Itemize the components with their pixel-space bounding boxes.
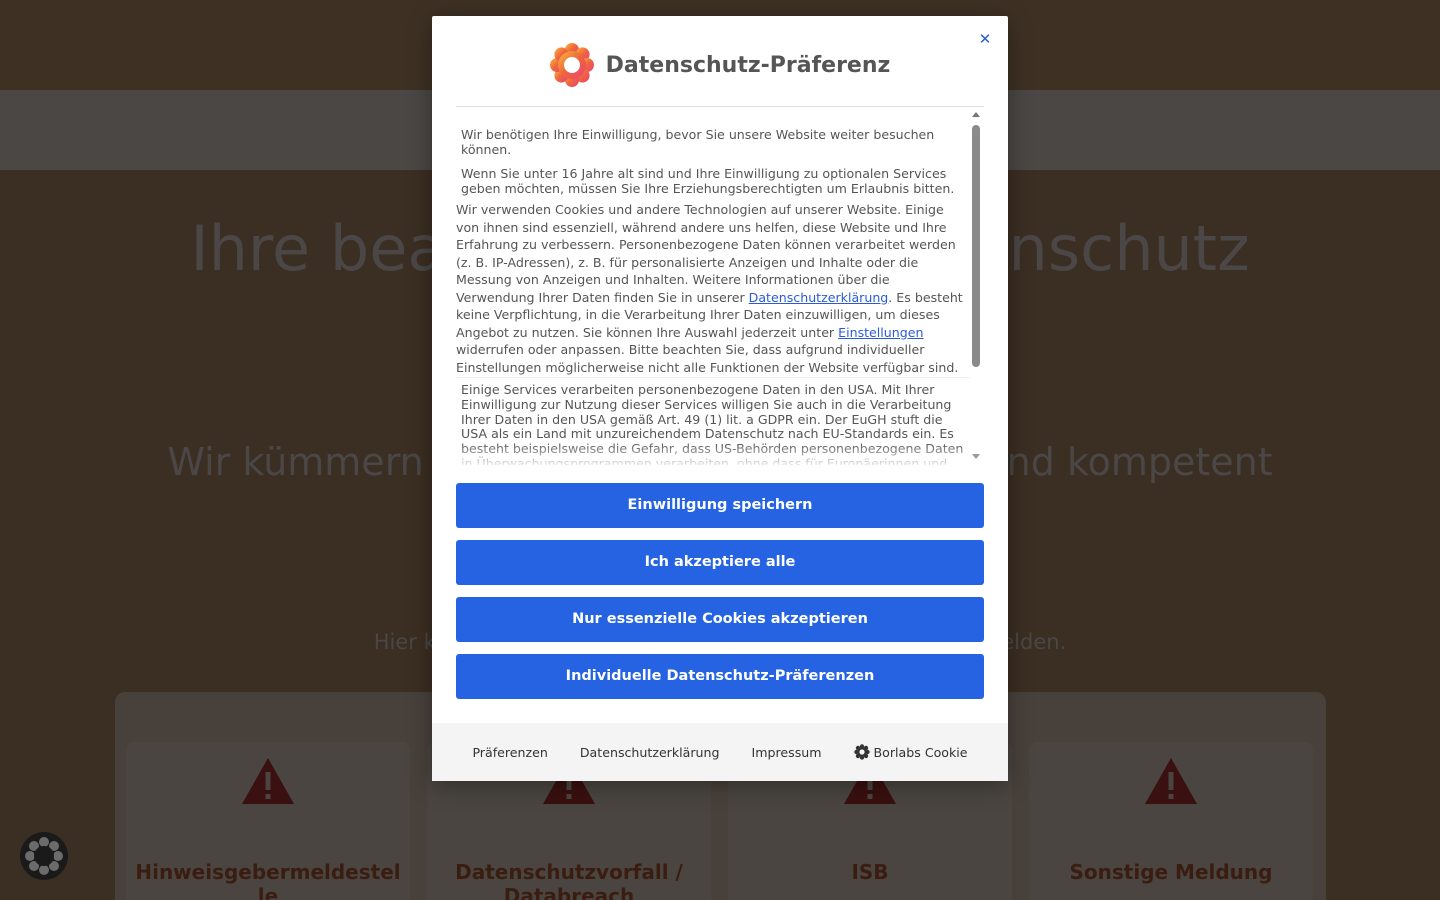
fade-overlay xyxy=(456,443,970,465)
dialog-header: Datenschutz-Präferenz xyxy=(456,40,984,90)
individual-preferences-button[interactable]: Individuelle Datenschutz-Präferenzen xyxy=(456,654,984,699)
brand-logo-icon xyxy=(549,43,594,87)
borlabs-cookie-icon xyxy=(853,744,870,760)
consent-intro-text: Wir benötigen Ihre Einwilligung, bevor S… xyxy=(461,127,935,157)
age-notice-text: Wenn Sie unter 16 Jahre alt sind und Ihr… xyxy=(461,166,955,196)
dialog-title: Datenschutz-Präferenz xyxy=(605,52,891,78)
privacy-policy-link[interactable]: Datenschutzerklärung xyxy=(749,290,889,305)
footer-privacy-link[interactable]: Datenschutzerklärung xyxy=(580,745,720,760)
consent-text-scroll-area[interactable]: Wir benötigen Ihre Einwilligung, bevor S… xyxy=(456,110,984,465)
dialog-footer: Präferenzen Datenschutzerklärung Impress… xyxy=(432,723,1008,781)
footer-preferences-link[interactable]: Präferenzen xyxy=(472,745,547,760)
cookie-usage-text: Wir verwenden Cookies und andere Technol… xyxy=(456,201,968,376)
borlabs-label: Borlabs Cookie xyxy=(873,744,968,760)
consent-scrollbar[interactable] xyxy=(970,110,982,465)
footer-borlabs-link[interactable]: Borlabs Cookie xyxy=(853,744,968,760)
scroll-up-arrow-icon[interactable] xyxy=(972,112,980,117)
scroll-thumb[interactable] xyxy=(972,125,980,367)
cookie-usage-text-part: widerrufen oder anpassen. Bitte beachten… xyxy=(456,342,959,375)
save-consent-button[interactable]: Einwilligung speichern xyxy=(456,483,984,528)
accept-essential-button[interactable]: Nur essenzielle Cookies akzeptieren xyxy=(456,597,984,642)
us-data-transfer-notice[interactable]: Einige Services verarbeiten personenbezo… xyxy=(456,377,970,465)
scroll-down-arrow-icon[interactable] xyxy=(972,454,980,459)
settings-link[interactable]: Einstellungen xyxy=(838,325,923,340)
accept-all-button[interactable]: Ich akzeptiere alle xyxy=(456,540,984,585)
header-divider xyxy=(456,106,984,107)
footer-imprint-link[interactable]: Impressum xyxy=(752,745,822,760)
